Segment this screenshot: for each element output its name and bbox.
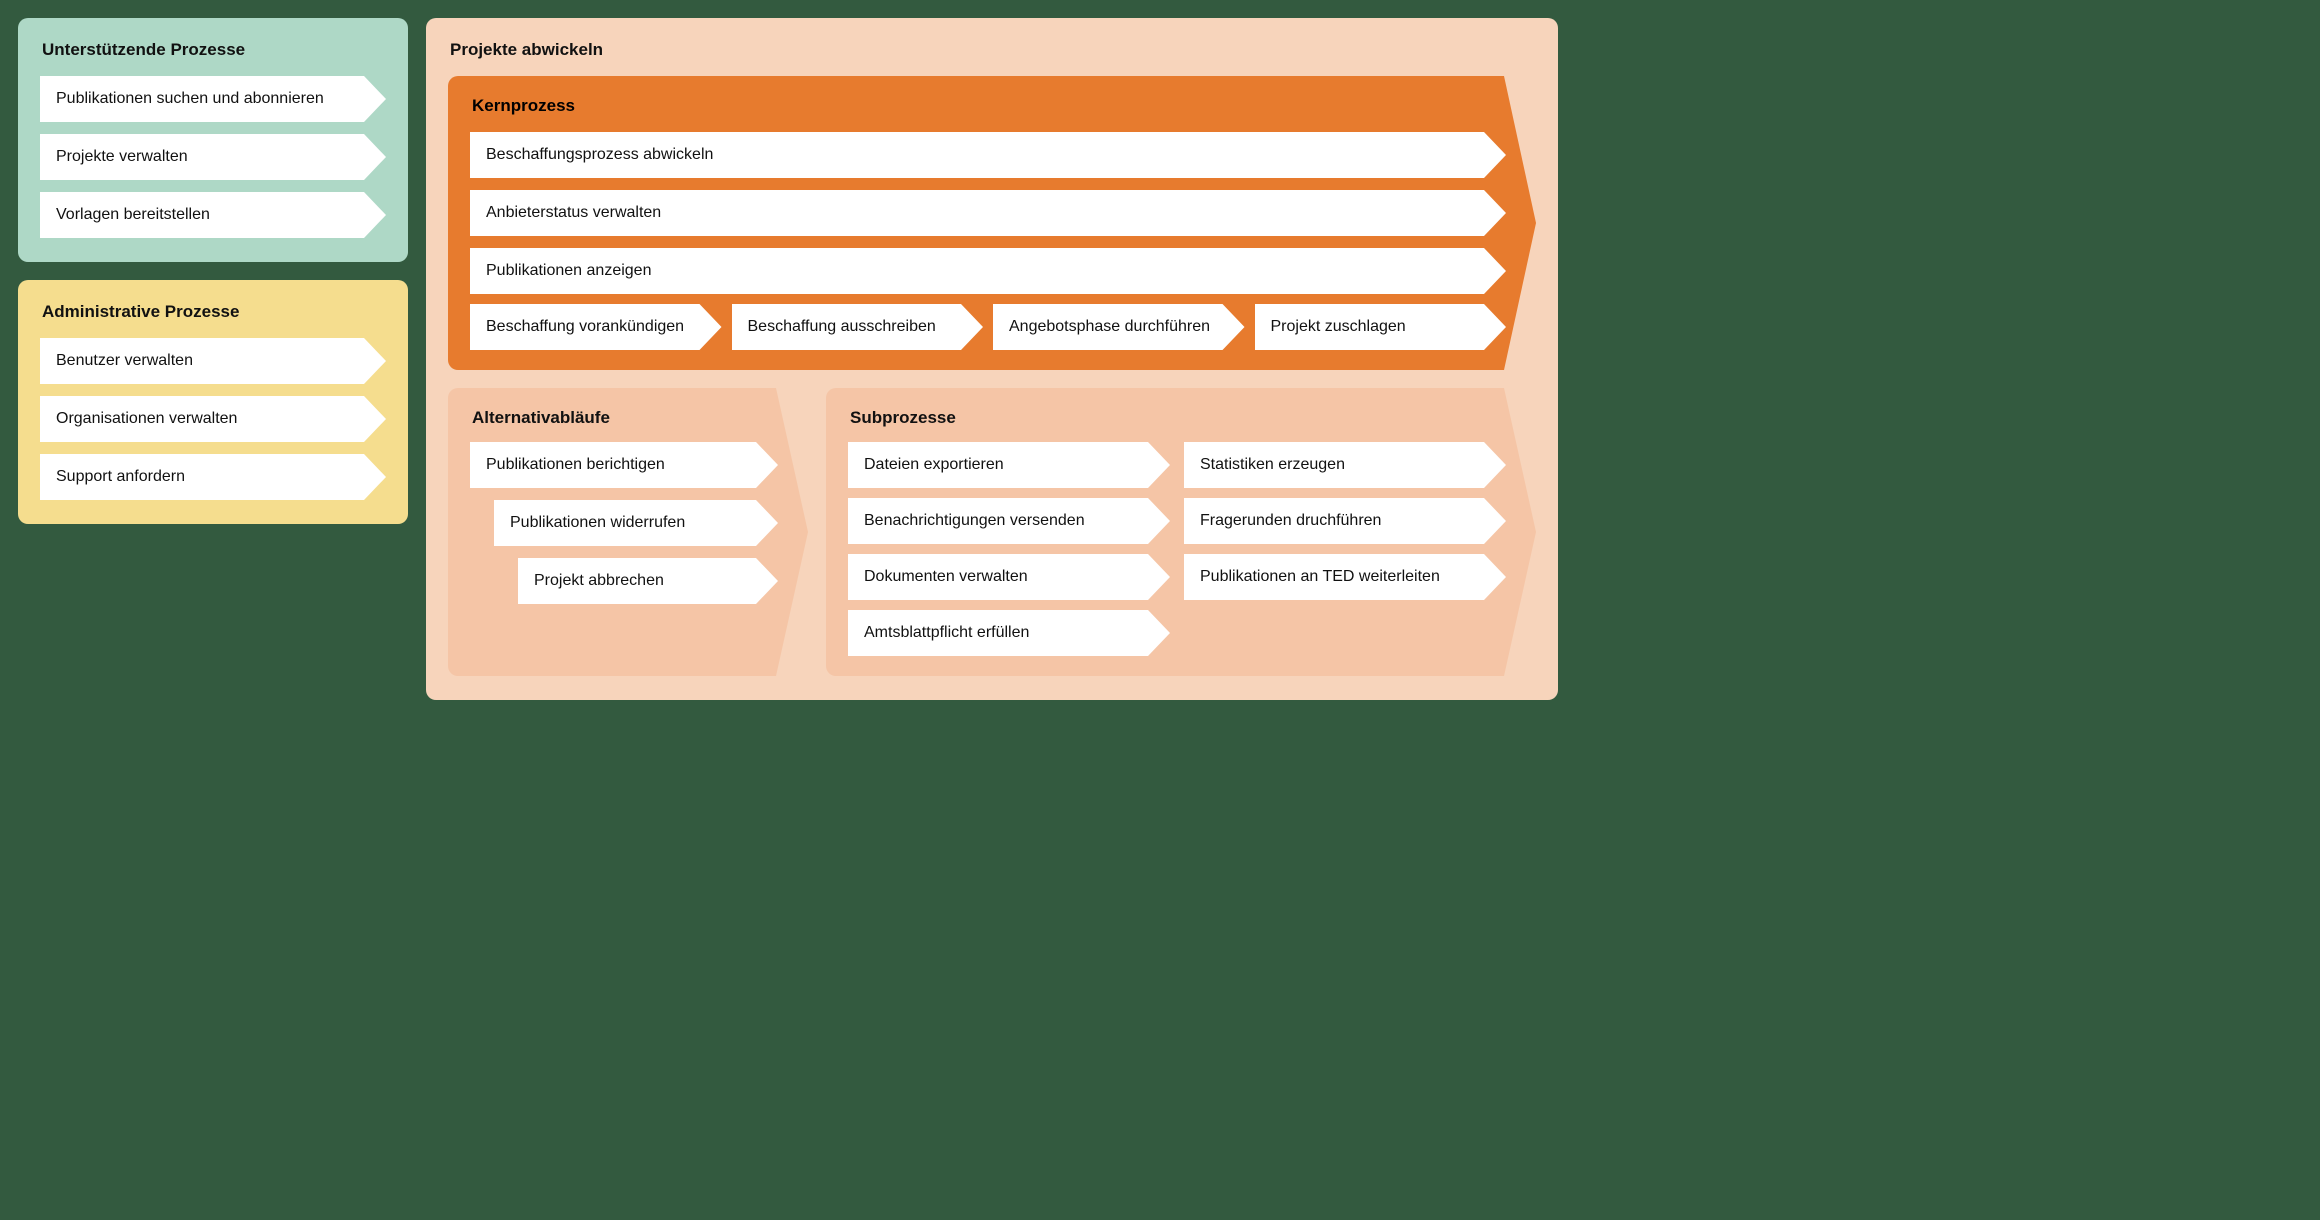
panel-core: Kernprozess Beschaffungsprozess abwickel… bbox=[448, 76, 1536, 370]
process-item: Dokumenten verwalten bbox=[848, 554, 1170, 600]
process-item: Beschaffung ausschreiben bbox=[732, 304, 984, 350]
process-item: Anbieterstatus verwalten bbox=[470, 190, 1506, 236]
panel-alt: Alternativabläufe Publikationen berichti… bbox=[448, 388, 808, 676]
process-item: Angebotsphase durchführen bbox=[993, 304, 1245, 350]
panel-sub: Subprozesse Dateien exportieren Statisti… bbox=[826, 388, 1536, 676]
process-item: Support anfordern bbox=[40, 454, 386, 500]
process-item: Benachrichtigungen versenden bbox=[848, 498, 1170, 544]
panel-title: Kernprozess bbox=[472, 96, 1506, 116]
process-item: Projekt zuschlagen bbox=[1255, 304, 1507, 350]
process-item: Amtsblattpflicht erfüllen bbox=[848, 610, 1170, 656]
process-item: Beschaffung vorankündigen bbox=[470, 304, 722, 350]
process-item: Publikationen suchen und abonnieren bbox=[40, 76, 386, 122]
panel-title: Projekte abwickeln bbox=[450, 40, 1536, 60]
panel-title: Unterstützende Prozesse bbox=[42, 40, 386, 60]
panel-title: Administrative Prozesse bbox=[42, 302, 386, 322]
panel-admin: Administrative Prozesse Benutzer verwalt… bbox=[18, 280, 408, 524]
process-item: Publikationen an TED weiterleiten bbox=[1184, 554, 1506, 600]
panel-title: Alternativabläufe bbox=[472, 408, 778, 428]
process-item: Beschaffungsprozess abwickeln bbox=[470, 132, 1506, 178]
process-item: Fragerunden druchführen bbox=[1184, 498, 1506, 544]
process-map: Unterstützende Prozesse Publikationen su… bbox=[18, 18, 1558, 700]
process-item: Projekt abbrechen bbox=[518, 558, 778, 604]
core-phases: Beschaffung vorankündigen Beschaffung au… bbox=[470, 304, 1506, 350]
right-column: Projekte abwickeln Kernprozess Beschaffu… bbox=[426, 18, 1558, 700]
process-item: Publikationen anzeigen bbox=[470, 248, 1506, 294]
process-item: Organisationen verwalten bbox=[40, 396, 386, 442]
process-item: Benutzer verwalten bbox=[40, 338, 386, 384]
process-item: Vorlagen bereitstellen bbox=[40, 192, 386, 238]
panel-projects: Projekte abwickeln Kernprozess Beschaffu… bbox=[426, 18, 1558, 700]
process-item: Publikationen berichtigen bbox=[470, 442, 778, 488]
panel-title: Subprozesse bbox=[850, 408, 1506, 428]
panel-support: Unterstützende Prozesse Publikationen su… bbox=[18, 18, 408, 262]
process-item: Projekte verwalten bbox=[40, 134, 386, 180]
process-item: Publikationen widerrufen bbox=[494, 500, 778, 546]
left-column: Unterstützende Prozesse Publikationen su… bbox=[18, 18, 408, 700]
process-item: Statistiken erzeugen bbox=[1184, 442, 1506, 488]
process-item: Dateien exportieren bbox=[848, 442, 1170, 488]
